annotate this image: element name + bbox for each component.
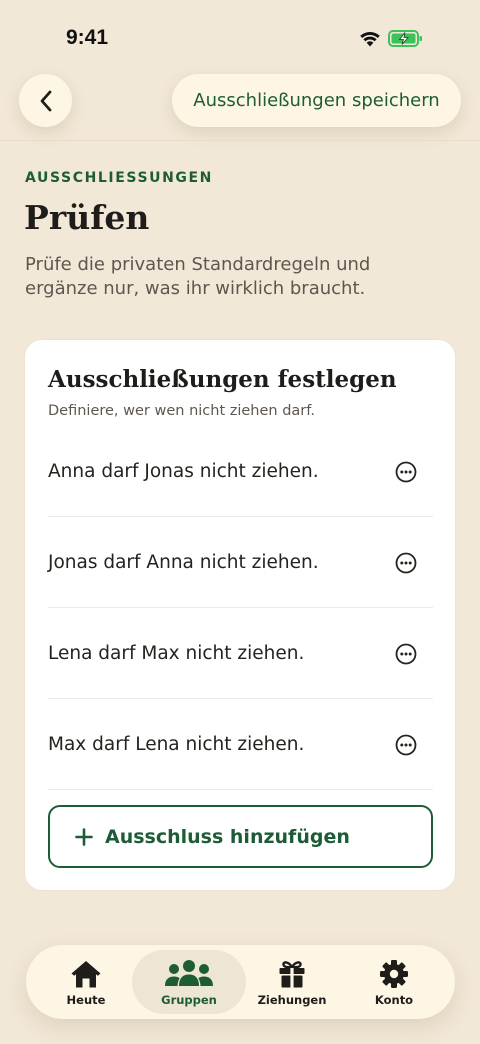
status-bar: 9:41 (0, 0, 480, 72)
exclusion-rule-row: Max darf Lena nicht ziehen. (48, 699, 433, 790)
card-title: Ausschließungen festlegen (48, 366, 397, 393)
tab-label: Konto (374, 993, 414, 1007)
group-icon (165, 960, 213, 986)
exclusion-rule-text: Jonas darf Anna nicht ziehen. (48, 552, 319, 573)
page-subtitle: Prüfe die privaten Standardregeln und er… (25, 254, 371, 299)
battery-charging-icon (388, 30, 422, 47)
more-options-icon[interactable] (395, 734, 417, 756)
tab-bar: Heute Gruppen Ziehungen Konto (26, 945, 455, 1019)
tab-heute[interactable]: Heute (38, 950, 134, 1014)
tab-gruppen[interactable]: Gruppen (132, 950, 246, 1014)
back-button[interactable] (19, 74, 72, 127)
exclusions-card: Ausschließungen festlegen Definiere, wer… (24, 339, 456, 891)
more-options-icon[interactable] (395, 552, 417, 574)
home-icon (71, 961, 101, 988)
exclusion-rule-row: Jonas darf Anna nicht ziehen. (48, 517, 433, 608)
add-exclusion-label: Ausschluss hinzufügen (105, 825, 350, 848)
exclusion-rule-text: Lena darf Max nicht ziehen. (48, 643, 305, 664)
gear-icon (380, 960, 408, 988)
exclusion-rule-text: Max darf Lena nicht ziehen. (48, 734, 305, 755)
tab-label: Heute (66, 993, 106, 1007)
chevron-left-icon (40, 90, 51, 111)
page-title: Prüfen (24, 198, 150, 237)
status-time: 9:41 (66, 26, 109, 49)
card-subtitle: Definiere, wer wen nicht ziehen darf. (48, 403, 315, 419)
nav-divider (0, 140, 480, 141)
more-options-icon[interactable] (395, 461, 417, 483)
tab-label: Ziehungen (257, 993, 327, 1007)
exclusion-rules-list: Anna darf Jonas nicht ziehen. Jonas darf… (48, 426, 433, 790)
tab-konto[interactable]: Konto (346, 950, 442, 1014)
exclusion-rule-row: Lena darf Max nicht ziehen. (48, 608, 433, 699)
save-exclusions-button[interactable]: Ausschließungen speichern (172, 74, 461, 127)
plus-icon (75, 827, 93, 846)
tab-ziehungen[interactable]: Ziehungen (244, 950, 340, 1014)
exclusion-rule-text: Anna darf Jonas nicht ziehen. (48, 461, 319, 482)
gift-icon (279, 961, 305, 988)
more-options-icon[interactable] (395, 643, 417, 665)
tab-label: Gruppen (161, 993, 217, 1007)
exclusion-rule-row: Anna darf Jonas nicht ziehen. (48, 426, 433, 517)
add-exclusion-button[interactable]: Ausschluss hinzufügen (48, 805, 433, 868)
section-eyebrow: AUSSCHLIESSUNGEN (25, 170, 213, 186)
wifi-icon (360, 31, 380, 47)
